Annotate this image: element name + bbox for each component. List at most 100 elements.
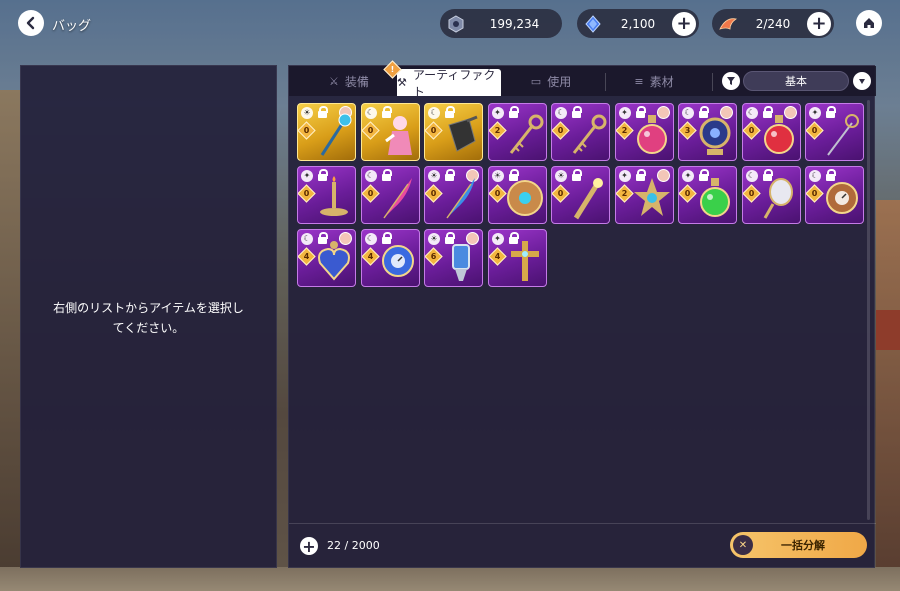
top-bar: バッグ 199,234 2,100 + 2/240 + [0,0,900,48]
gem-amount: 2,100 [620,16,656,31]
stamina-currency: 2/240 + [712,9,834,38]
enhance-level: 4 [494,252,500,261]
artifact-item[interactable]: ✦ 0 [805,103,864,161]
tab-artifact-label: アーティファクト [412,67,496,99]
page-title: バッグ [52,19,92,34]
artifact-icon: ⚒ [397,76,407,89]
artifact-item[interactable]: ☾ 0 [424,103,483,161]
list-icon: ≡ [634,74,644,88]
back-arrow-icon [26,16,35,30]
enhance-level: 2 [621,126,627,135]
artifact-item[interactable]: ✦ 2 [614,166,674,224]
back-button[interactable] [18,10,44,36]
gold-amount: 199,234 [489,16,540,31]
gem-currency: 2,100 + [577,9,699,38]
potion-artifact-icon [630,110,673,160]
tab-consumable-label: 使用 [547,74,572,89]
artifact-item[interactable]: ☾ 4 [360,229,420,287]
tab-divider [712,73,713,91]
filter-icon [727,77,735,85]
scepter-artifact-icon [566,173,609,223]
home-button[interactable] [856,10,882,36]
enhance-level: 0 [303,126,310,135]
enhance-level: 6 [430,252,437,261]
artifact-item[interactable]: ☾ 0 [805,166,864,224]
add-gem-button[interactable]: + [672,11,696,36]
artifact-item[interactable]: ✦ 0 [297,166,356,224]
bulk-dismantle-label: 一括分解 [781,539,825,552]
category-tabs: ⚔ 装備 ⚒ アーティファクト ! ▭ 使用 ≡ 素材 基本 [289,60,876,99]
sword-icon: ⚔ [329,74,339,88]
cross-artifact-icon [503,236,546,286]
tab-material[interactable]: ≡ 素材 [614,66,694,96]
home-icon [864,18,874,28]
artifact-item[interactable]: ☾ 0 [551,103,610,161]
potion-artifact-icon [757,110,800,160]
enhance-level: 0 [430,189,437,198]
tab-consumable[interactable]: ▭ 使用 [511,66,591,96]
sort-dropdown[interactable]: 基本 [743,71,849,91]
artifact-item[interactable]: ☀ 6 [424,229,483,287]
enhance-level: 0 [430,126,437,135]
artifact-item[interactable]: ☾ 0 [360,166,420,224]
tab-material-label: 素材 [649,74,674,89]
artifact-item[interactable]: ☾ 4 [297,229,356,287]
bulk-dismantle-button[interactable]: ✕ 一括分解 [730,532,867,558]
lamp-artifact-icon [439,236,482,286]
item-detail-panel: 右側のリストからアイテムを選択してください。 [20,65,277,568]
artifact-item[interactable]: ☾ 3 [678,103,737,161]
gold-coin-icon [445,13,467,35]
star-artifact-icon [630,173,673,223]
key-artifact-icon [503,110,546,160]
wand-artifact-icon [820,110,863,160]
artifact-item[interactable]: ☾ 0 [741,166,801,224]
potion-artifact-icon [693,173,736,223]
sort-dropdown-toggle[interactable] [853,72,871,90]
gem-icon [582,13,604,35]
enhance-level: 0 [748,126,754,135]
artifact-item[interactable]: ✦ 2 [487,103,547,161]
artifact-item[interactable]: ☀ 0 [297,103,356,161]
doll-artifact-icon [376,110,419,160]
artifact-item[interactable]: ☀ 0 [424,166,483,224]
stamina-amount: 2/240 [755,16,791,31]
enhance-level: 0 [557,126,564,135]
key-artifact-icon [566,110,609,160]
gold-currency: 199,234 [440,9,562,38]
feather-artifact-icon [439,173,482,223]
orb-artifact-icon [693,110,736,160]
artifact-item[interactable]: ✦ 2 [614,103,674,161]
enhance-level: 0 [748,189,754,198]
artifact-item[interactable]: ✦ 0 [678,166,737,224]
enhance-level: 0 [811,126,818,135]
scrollbar[interactable] [867,100,870,520]
gauntlet-artifact-icon [439,110,482,160]
enhance-level: 0 [494,189,500,198]
shield-artifact-icon [503,173,546,223]
tab-artifact[interactable]: ⚒ アーティファクト [397,68,501,99]
add-stamina-button[interactable]: + [807,11,831,36]
artifact-item[interactable]: ☀ 0 [487,166,547,224]
filter-button[interactable] [722,72,740,90]
candle-artifact-icon [312,173,355,223]
enhance-level: 0 [684,189,691,198]
artifact-item[interactable]: ☾ 0 [741,103,801,161]
heart-artifact-icon [312,236,355,286]
clock-artifact-icon [376,236,419,286]
chest-icon: ▭ [530,74,542,88]
staff-artifact-icon [312,110,355,160]
inventory-panel: ⚔ 装備 ⚒ アーティファクト ! ▭ 使用 ≡ 素材 基本 ☀ 0 ☾ 0 ☾ 0 ✦ 2 ☾… [288,60,876,568]
enhance-level: 3 [684,126,691,135]
clock-artifact-icon [820,173,863,223]
chevron-down-icon [859,79,865,84]
artifact-item[interactable]: ☾ 0 [360,103,420,161]
enhance-level: 2 [494,126,500,135]
expand-inventory-button[interactable]: + [300,537,318,556]
mirror-artifact-icon [757,173,800,223]
tab-equipment-label: 装備 [344,74,369,89]
enhance-level: 4 [367,252,373,261]
inventory-footer: + 22 / 2000 ✕ 一括分解 [289,523,876,567]
artifact-item[interactable]: ✦ 4 [487,229,547,287]
artifact-item[interactable]: ☀ 0 [551,166,610,224]
tab-equipment[interactable]: ⚔ 装備 [309,66,389,96]
